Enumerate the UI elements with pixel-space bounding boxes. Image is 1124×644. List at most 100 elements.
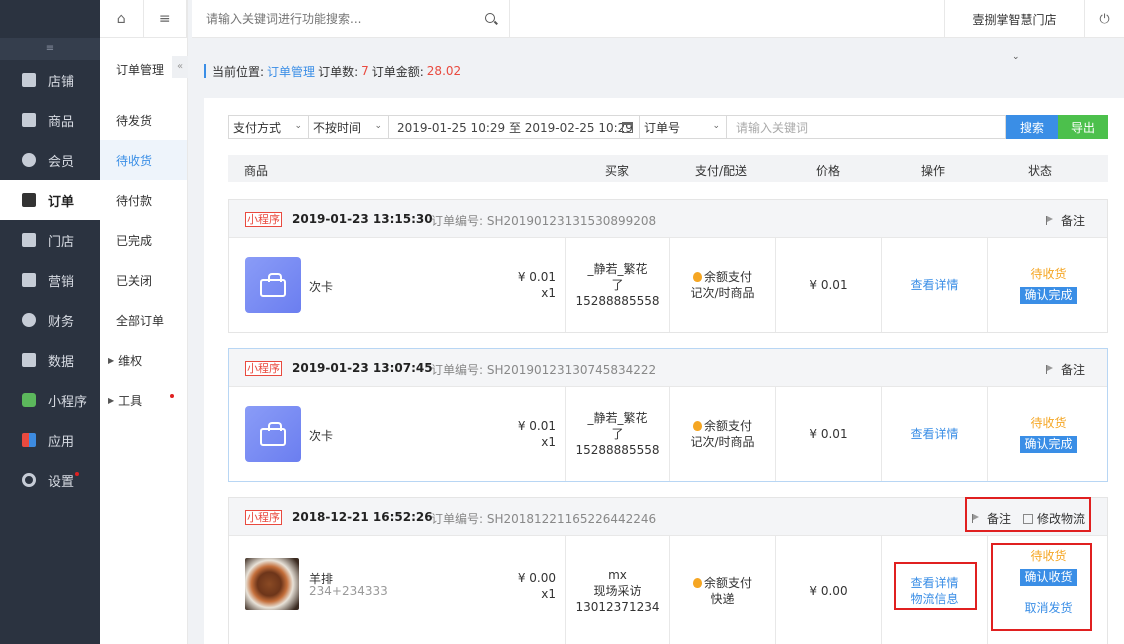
table-header: 商品 买家 支付/配送 价格 操作 状态 — [228, 155, 1108, 182]
sidebar-item-member[interactable]: 会员 — [0, 140, 100, 180]
function-search — [192, 0, 510, 38]
notification-dot — [75, 472, 80, 476]
export-button[interactable]: 导出 — [1058, 115, 1108, 139]
search-button[interactable]: 搜索 — [1006, 115, 1058, 139]
top-header: 壹捌掌智慧门店 ⏻ — [192, 0, 1124, 38]
pay-ship-cell: 余额支付 记次/时商品 — [669, 238, 775, 332]
sidebar-item-goods[interactable]: 商品 — [0, 100, 100, 140]
order-header: 小程序 2019-01-23 13:15:30 订单编号: SH20190123… — [229, 200, 1107, 238]
sidebar-item-miniprogram[interactable]: 小程序 — [0, 380, 100, 420]
store-name[interactable]: 壹捌掌智慧门店 — [944, 0, 1084, 38]
calendar-icon — [622, 122, 633, 133]
power-icon[interactable]: ⏻ — [1084, 0, 1124, 38]
flag-icon — [1045, 365, 1053, 374]
main-sidebar: ≡ 店铺 商品 会员 订单 门店 营销 财务 数据 小程序 应用 设置 — [0, 0, 100, 644]
product-name: 次卡 — [309, 429, 334, 443]
subnav-item-pending-receive[interactable]: 待收货 — [100, 140, 187, 180]
buyer-cell: _静若_繁花了 15288885558 — [565, 387, 669, 481]
date-range-input[interactable]: 2019-01-25 10:29 至 2019-02-25 10:29 — [388, 115, 640, 139]
subnav-item-closed[interactable]: 已关闭 — [100, 260, 187, 300]
subnav-item-pending-ship[interactable]: 待发货 — [100, 100, 187, 140]
sidebar-item-apps[interactable]: 应用 — [0, 420, 100, 460]
product-price: ¥ 0.01 x1 — [517, 419, 556, 449]
keyword-input[interactable]: 请输入关键词 — [726, 115, 1006, 139]
status-badge: 待收货 — [1030, 416, 1067, 430]
sidebar-item-finance[interactable]: 财务 — [0, 300, 100, 340]
order-number: 订单编号: SH20190123130745834222 — [431, 363, 657, 377]
order-header: 小程序 2019-01-23 13:07:45 订单编号: SH20190123… — [229, 349, 1107, 387]
order-count: 7 — [361, 64, 369, 78]
status-cell: 待收货 确认完成 — [987, 387, 1109, 481]
view-detail-link[interactable]: 查看详情 — [910, 277, 958, 293]
function-search-input[interactable] — [206, 11, 466, 26]
sidebar-item-store[interactable]: 店铺 — [0, 60, 100, 100]
order-body: 次卡 ¥ 0.01 x1 _静若_繁花了 15288885558 余额支付 记次/时商… — [229, 238, 1107, 332]
source-badge: 小程序 — [245, 510, 282, 525]
action-cell: 查看详情 — [881, 387, 987, 481]
expand-arrow-icon: ▶ — [108, 355, 115, 365]
sidebar-item-order[interactable]: 订单 — [0, 180, 100, 220]
status-badge: 待收货 — [1030, 267, 1067, 281]
subnav-title: 订单管理 « — [100, 38, 188, 100]
order-datetime: 2018-12-21 16:52:26 — [292, 510, 433, 524]
shopping-bag-icon — [260, 421, 286, 446]
hamburger-menu-icon[interactable]: ≡ — [144, 0, 187, 38]
highlight-box — [894, 562, 977, 610]
logo-area — [0, 0, 100, 38]
subnav-collapse-icon[interactable]: « — [172, 56, 188, 78]
order-card: 小程序 2019-01-23 13:15:30 订单编号: SH20190123… — [228, 199, 1108, 333]
order-number: 订单编号: SH20181221165226442246 — [431, 512, 657, 526]
chevron-down-icon[interactable]: ⌄ — [1012, 52, 1020, 62]
order-icon — [22, 193, 36, 207]
action-cell: 查看详情 — [881, 238, 987, 332]
buyer-cell: _静若_繁花了 15288885558 — [565, 238, 669, 332]
menu-collapse-icon[interactable]: ≡ — [0, 38, 100, 60]
chevron-down-icon: ⌄ — [712, 121, 720, 131]
goods-icon — [22, 113, 36, 127]
gift-icon — [22, 273, 36, 287]
chevron-down-icon: ⌄ — [374, 121, 382, 131]
breadcrumb: 当前位置: 订单管理 订单数: 7 订单金额: 28.02 — [204, 63, 464, 80]
shop-icon — [22, 233, 36, 247]
pay-ship-cell: 余额支付 快递 — [669, 536, 775, 644]
breadcrumb-current[interactable]: 订单管理 — [267, 63, 315, 80]
subnav-item-pending-pay[interactable]: 待付款 — [100, 180, 187, 220]
gear-icon — [22, 473, 36, 487]
subnav-item-completed[interactable]: 已完成 — [100, 220, 187, 260]
highlight-box — [965, 497, 1091, 532]
subnav-item-rights[interactable]: ▶ 维权 — [100, 340, 187, 380]
subnav-item-tools[interactable]: ▶ 工具 — [100, 380, 187, 420]
sidebar-item-settings[interactable]: 设置 — [0, 460, 100, 500]
product-image — [245, 558, 299, 610]
pay-method-select[interactable]: 支付方式 ⌄ — [228, 115, 309, 139]
expand-arrow-icon: ▶ — [108, 395, 115, 405]
member-icon — [22, 153, 36, 167]
price-cell: ¥ 0.01 — [775, 387, 881, 481]
store-icon — [22, 73, 36, 87]
confirm-complete-button[interactable]: 确认完成 — [1020, 436, 1077, 453]
confirm-complete-button[interactable]: 确认完成 — [1020, 287, 1077, 304]
price-cell: ¥ 0.01 — [775, 238, 881, 332]
sidebar-item-shop[interactable]: 门店 — [0, 220, 100, 260]
product-image — [245, 406, 301, 462]
price-cell: ¥ 0.00 — [775, 536, 881, 644]
order-number: 订单编号: SH20190123131530899208 — [431, 214, 657, 228]
sidebar-item-marketing[interactable]: 营销 — [0, 260, 100, 300]
keyword-type-select[interactable]: 订单号 ⌄ — [639, 115, 727, 139]
order-body: 次卡 ¥ 0.01 x1 _静若_繁花了 15288885558 余额支付 记次/时商… — [229, 387, 1107, 481]
coin-icon — [692, 272, 702, 282]
search-icon[interactable] — [485, 12, 495, 23]
product-price: ¥ 0.01 x1 — [517, 270, 556, 300]
view-detail-link[interactable]: 查看详情 — [910, 426, 958, 442]
coin-icon — [692, 578, 702, 588]
subnav-item-all-orders[interactable]: 全部订单 — [100, 300, 187, 340]
remark-button[interactable]: 备注 — [1045, 361, 1085, 378]
finance-icon — [22, 313, 36, 327]
home-icon[interactable]: ⌂ — [100, 0, 144, 38]
time-type-select[interactable]: 不按时间 ⌄ — [308, 115, 389, 139]
pay-ship-cell: 余额支付 记次/时商品 — [669, 387, 775, 481]
flag-icon — [1045, 216, 1053, 225]
remark-button[interactable]: 备注 — [1045, 212, 1085, 229]
sidebar-item-data[interactable]: 数据 — [0, 340, 100, 380]
chevron-down-icon: ⌄ — [294, 121, 302, 131]
